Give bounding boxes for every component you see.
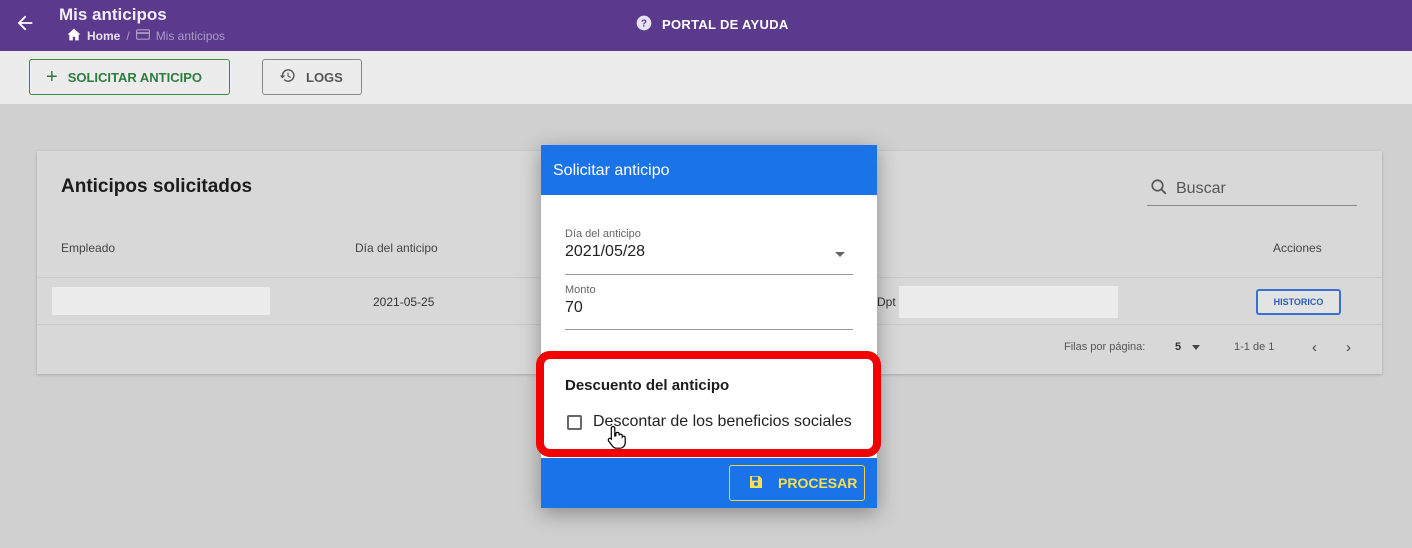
save-icon xyxy=(748,474,764,493)
procesar-button[interactable]: PROCESAR xyxy=(729,465,865,501)
redacted-dept xyxy=(899,286,1118,318)
chevron-left-icon[interactable]: ‹ xyxy=(1312,339,1317,356)
historico-button[interactable]: HISTORICO xyxy=(1256,289,1341,315)
highlight-box xyxy=(536,351,881,457)
dialog-footer: PROCESAR xyxy=(541,458,877,508)
back-arrow-icon[interactable] xyxy=(14,12,36,34)
breadcrumb-home[interactable]: Home xyxy=(87,29,120,43)
rows-per-page-select[interactable]: 5 xyxy=(1175,341,1201,353)
date-field[interactable]: Día del anticipo 2021/05/28 xyxy=(565,228,853,275)
search-input[interactable]: Buscar xyxy=(1147,173,1357,206)
dropdown-arrow-icon xyxy=(835,252,845,257)
help-label: PORTAL DE AYUDA xyxy=(662,17,789,32)
solicitar-anticipo-button[interactable]: + SOLICITAR ANTICIPO xyxy=(29,59,230,95)
date-value: 2021/05/28 xyxy=(565,243,646,260)
row-dept-prefix: Dpt xyxy=(877,295,896,309)
procesar-label: PROCESAR xyxy=(778,475,858,491)
column-header-dia: Día del anticipo xyxy=(355,241,438,255)
logs-label: LOGS xyxy=(306,69,343,85)
help-icon: ? xyxy=(636,15,652,34)
card-title: Anticipos solicitados xyxy=(61,176,253,197)
date-label: Día del anticipo xyxy=(565,228,641,240)
breadcrumb-separator: / xyxy=(126,29,130,43)
hand-cursor-icon xyxy=(607,425,627,454)
amount-label: Monto xyxy=(565,284,596,296)
page-title: Mis anticipos xyxy=(59,5,167,24)
plus-icon: + xyxy=(46,66,58,88)
logs-button[interactable]: LOGS xyxy=(262,59,362,95)
column-header-acciones: Acciones xyxy=(1273,241,1322,255)
chevron-down-icon xyxy=(1192,344,1201,350)
toolbar: + SOLICITAR ANTICIPO LOGS xyxy=(0,51,1412,104)
row-date: 2021-05-25 xyxy=(373,295,435,309)
svg-text:?: ? xyxy=(641,18,647,29)
breadcrumb-current: Mis anticipos xyxy=(155,29,226,43)
help-portal-link[interactable]: ? PORTAL DE AYUDA xyxy=(636,15,789,34)
home-icon xyxy=(67,28,81,44)
column-header-empleado: Empleado xyxy=(61,241,116,255)
chevron-right-icon[interactable]: › xyxy=(1346,339,1351,356)
breadcrumb: Home / Mis anticipos xyxy=(67,28,225,44)
search-icon xyxy=(1150,178,1168,201)
card-icon xyxy=(135,29,150,43)
rows-per-page-value: 5 xyxy=(1175,341,1182,353)
solicitar-label: SOLICITAR ANTICIPO xyxy=(67,69,203,85)
pagination-range: 1-1 de 1 xyxy=(1234,341,1275,353)
search-placeholder: Buscar xyxy=(1176,180,1226,197)
dialog-title: Solicitar anticipo xyxy=(541,145,877,195)
rows-per-page-label: Filas por página: xyxy=(1064,341,1146,353)
app-header: Mis anticipos Home / Mis anticipos ? POR… xyxy=(0,0,1412,51)
redacted-employee xyxy=(52,287,270,315)
amount-field[interactable]: Monto 70 xyxy=(565,284,853,330)
history-icon xyxy=(279,67,296,87)
amount-value: 70 xyxy=(565,299,583,316)
